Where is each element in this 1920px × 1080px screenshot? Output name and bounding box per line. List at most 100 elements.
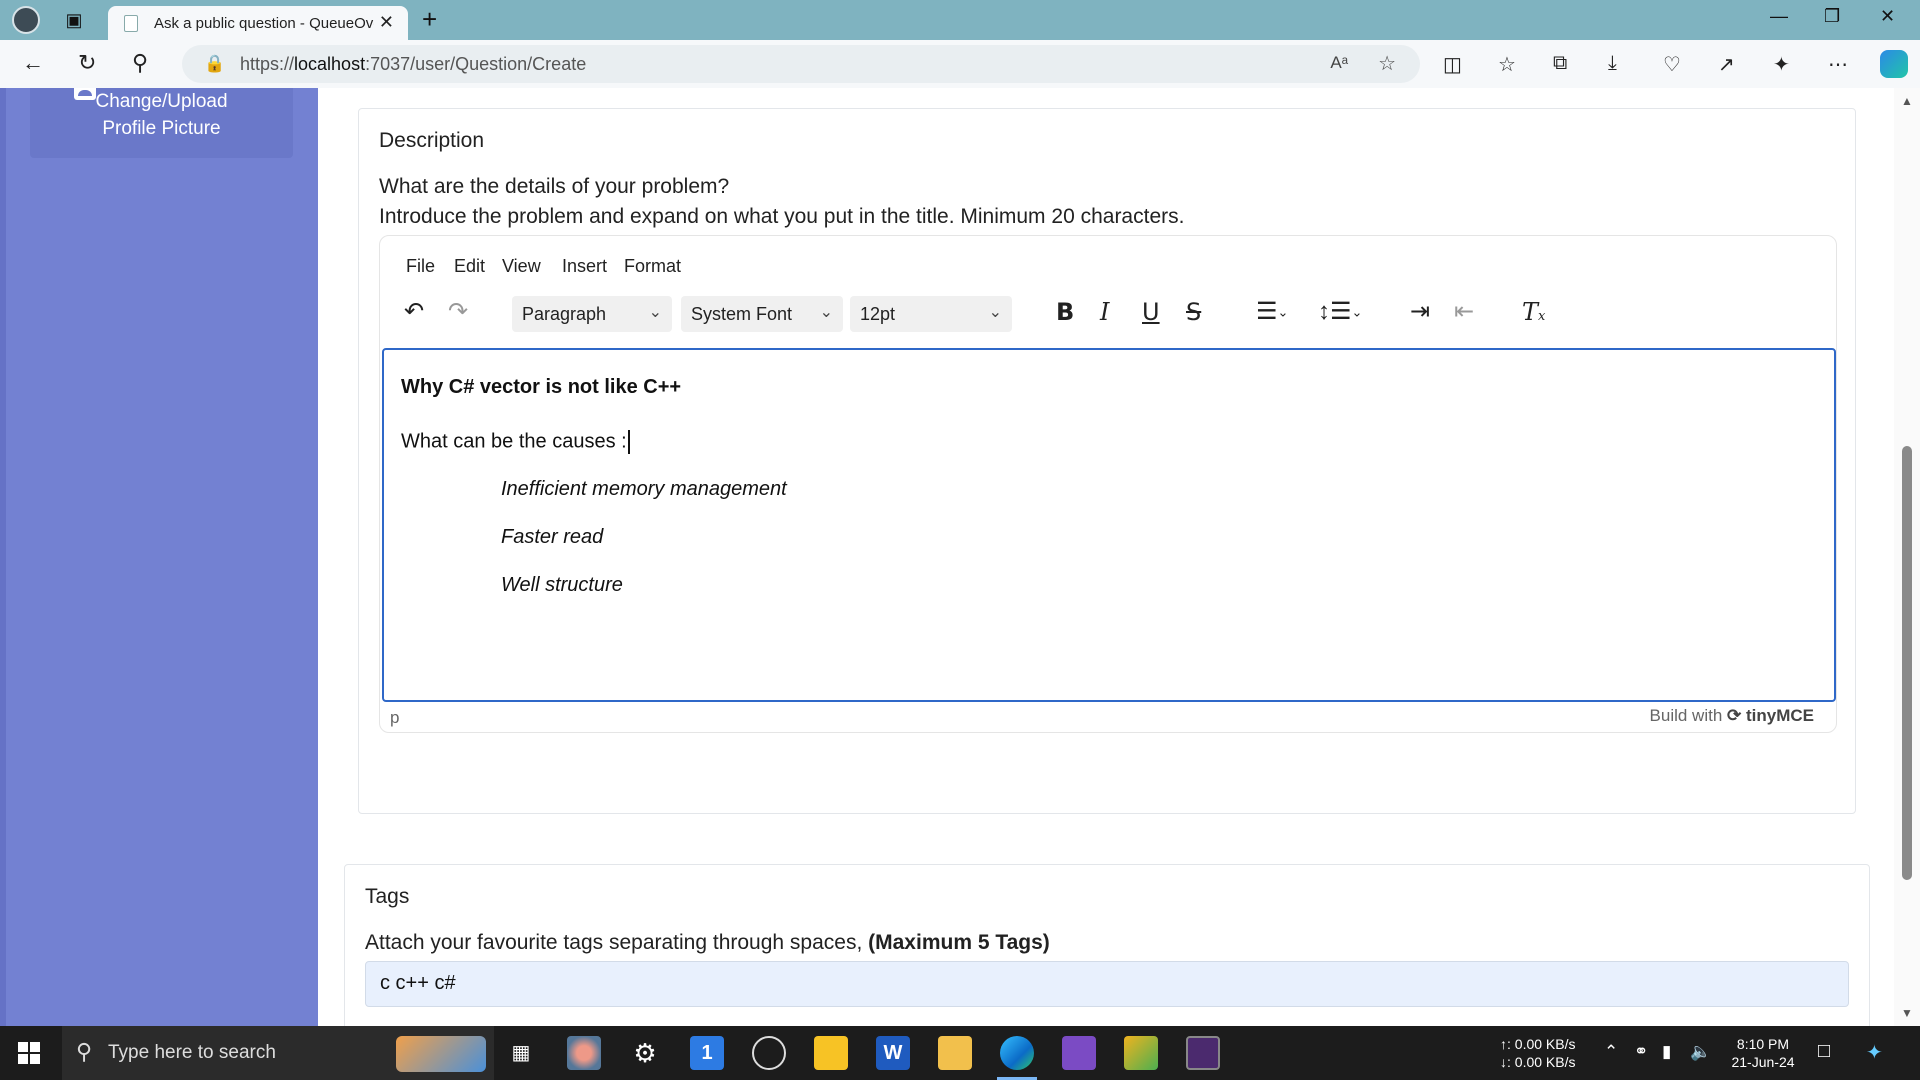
chevron-down-icon: ⌄ xyxy=(819,304,833,321)
new-tab-button[interactable]: + xyxy=(422,4,437,35)
network-speed: ↑: 0.00 KB/s ↓: 0.00 KB/s xyxy=(1500,1035,1575,1071)
user-icon xyxy=(74,88,96,100)
favorites-icon[interactable]: ☆ xyxy=(1498,52,1516,77)
font-size-value: 12pt xyxy=(860,304,896,324)
close-window-button[interactable]: ✕ xyxy=(1880,6,1895,27)
browser-tab-bar: ▣ Ask a public question - QueueOverflow … xyxy=(0,0,1920,40)
menu-file[interactable]: File xyxy=(406,256,435,277)
menu-format[interactable]: Format xyxy=(624,256,681,277)
read-aloud-icon[interactable]: Aᵃ xyxy=(1330,53,1348,73)
scroll-up-icon[interactable]: ▲ xyxy=(1901,94,1913,108)
word-app-icon[interactable]: W xyxy=(876,1036,910,1070)
menu-insert[interactable]: Insert xyxy=(562,256,607,277)
refresh-button[interactable]: ↻ xyxy=(78,50,96,76)
text-caret xyxy=(627,430,630,454)
strikethrough-icon[interactable]: S xyxy=(1186,298,1201,326)
font-family-value: System Font xyxy=(691,304,793,324)
minimize-button[interactable]: — xyxy=(1770,6,1788,27)
calendar-app-icon[interactable]: 1 xyxy=(690,1036,724,1070)
copilot-icon[interactable] xyxy=(1880,50,1908,78)
editor-menubar: File Edit View Insert Format xyxy=(380,236,1836,286)
bold-icon[interactable]: B xyxy=(1056,298,1074,326)
description-hint-2: Introduce the problem and expand on what… xyxy=(379,205,1185,228)
tags-instruction: Attach your favourite tags separating th… xyxy=(365,931,1050,954)
line-height-icon[interactable]: ↕☰⌄ xyxy=(1318,298,1362,327)
favorite-star-icon[interactable]: ☆ xyxy=(1378,51,1396,76)
collections-icon[interactable]: ⧉ xyxy=(1553,52,1567,75)
address-bar[interactable]: 🔒 https://localhost:7037/user/Question/C… xyxy=(182,45,1420,83)
outdent-icon[interactable]: ⇤ xyxy=(1454,298,1474,326)
close-tab-icon[interactable]: ✕ xyxy=(379,12,394,33)
more-menu-icon[interactable]: ⋯ xyxy=(1828,52,1848,77)
file-explorer-icon[interactable] xyxy=(938,1036,972,1070)
back-button[interactable]: ← xyxy=(22,50,44,76)
editor-content-area[interactable]: Why C# vector is not like C++ What can b… xyxy=(382,348,1836,702)
wifi-icon[interactable]: ⚭ xyxy=(1634,1042,1648,1062)
tab-actions-icon[interactable]: ▣ xyxy=(62,8,86,32)
content-item: Well structure xyxy=(501,574,623,596)
redo-icon[interactable]: ↷ xyxy=(448,298,468,326)
restore-button[interactable]: ❐ xyxy=(1824,6,1840,27)
editor-statusbar: p Build with ⟳ tinyMCE xyxy=(380,706,1836,732)
chevron-up-icon[interactable]: ⌃ xyxy=(1604,1042,1618,1062)
block-format-select[interactable]: Paragraph ⌄ xyxy=(512,296,672,332)
tools-app-icon[interactable] xyxy=(1124,1036,1158,1070)
task-view-icon[interactable]: ▦ xyxy=(504,1036,538,1070)
browser-essentials-icon[interactable]: ♡ xyxy=(1663,52,1681,77)
element-path[interactable]: p xyxy=(390,708,399,728)
profile-avatar[interactable] xyxy=(12,6,40,34)
indent-icon[interactable]: ⇥ xyxy=(1410,298,1430,326)
scrollbar-thumb[interactable] xyxy=(1902,446,1912,880)
edge-browser-icon[interactable] xyxy=(1000,1036,1034,1070)
clock[interactable]: 8:10 PM 21-Jun-24 xyxy=(1728,1035,1798,1071)
volume-icon[interactable]: 🔈 xyxy=(1690,1042,1711,1062)
share-icon[interactable]: ↗ xyxy=(1718,52,1735,77)
content-question: What can be the causes : xyxy=(401,430,630,454)
downloads-icon[interactable]: ⤓ xyxy=(1608,52,1617,75)
block-format-value: Paragraph xyxy=(522,304,607,324)
windows-taskbar: ⚲ Type here to search ▦ ⚙ 1 W ↑: 0.00 KB… xyxy=(0,1026,1920,1080)
browser-tab-active[interactable]: Ask a public question - QueueOverflow ✕ xyxy=(108,6,408,40)
tinymce-branding[interactable]: Build with ⟳ tinyMCE xyxy=(1650,706,1814,726)
italic-icon[interactable]: I xyxy=(1100,298,1109,326)
sidebar-edge xyxy=(0,88,6,1026)
chevron-down-icon: ⌄ xyxy=(988,304,1002,321)
main-content: Description What are the details of your… xyxy=(318,88,1900,1026)
obs-app-icon[interactable] xyxy=(752,1036,786,1070)
page-scrollbar[interactable]: ▲ ▼ xyxy=(1894,88,1920,1026)
tags-heading: Tags xyxy=(365,885,410,908)
font-size-select[interactable]: 12pt ⌄ xyxy=(850,296,1012,332)
paint-app-icon[interactable] xyxy=(567,1036,601,1070)
visual-studio-icon[interactable] xyxy=(1062,1036,1096,1070)
copilot-taskbar-icon[interactable]: ✦ xyxy=(1866,1040,1883,1065)
extensions-icon[interactable]: ✦ xyxy=(1773,52,1790,77)
search-icon[interactable]: ⚲ xyxy=(132,50,148,76)
notifications-icon[interactable]: □ xyxy=(1818,1040,1830,1063)
content-item: Faster read xyxy=(501,526,604,548)
battery-icon[interactable]: ▮ xyxy=(1662,1042,1671,1062)
taskbar-search-placeholder: Type here to search xyxy=(108,1042,276,1063)
font-family-select[interactable]: System Font ⌄ xyxy=(681,296,843,332)
tags-input[interactable]: c c++ c# xyxy=(365,961,1849,1007)
menu-edit[interactable]: Edit xyxy=(454,256,485,277)
underline-icon[interactable]: U xyxy=(1142,298,1160,326)
scroll-down-icon[interactable]: ▼ xyxy=(1901,1006,1913,1020)
clock-time: 8:10 PM xyxy=(1736,1036,1790,1052)
undo-icon[interactable]: ↶ xyxy=(404,298,424,326)
clear-formatting-icon[interactable]: Tx xyxy=(1522,298,1545,331)
change-profile-picture-button[interactable]: Change/Upload Profile Picture xyxy=(30,88,293,158)
rich-text-editor: File Edit View Insert Format ↶ ↷ Paragra… xyxy=(379,235,1837,733)
description-heading: Description xyxy=(379,129,485,152)
windows-start-icon[interactable] xyxy=(18,1042,40,1064)
tab-title: Ask a public question - QueueOverflow xyxy=(154,15,374,32)
split-screen-icon[interactable]: ◫ xyxy=(1443,52,1462,77)
taskbar-search[interactable]: ⚲ Type here to search xyxy=(62,1026,494,1080)
align-left-icon[interactable]: ☰⌄ xyxy=(1256,298,1288,327)
url-text[interactable]: https://localhost:7037/user/Question/Cre… xyxy=(240,54,586,75)
tinymce-logo-icon: ⟳ tinyMCE xyxy=(1727,706,1814,725)
sticky-notes-icon[interactable] xyxy=(814,1036,848,1070)
lock-icon[interactable]: 🔒 xyxy=(204,54,225,74)
menu-view[interactable]: View xyxy=(502,256,541,277)
settings-icon[interactable]: ⚙ xyxy=(628,1036,662,1070)
terminal-app-icon[interactable] xyxy=(1186,1036,1220,1070)
